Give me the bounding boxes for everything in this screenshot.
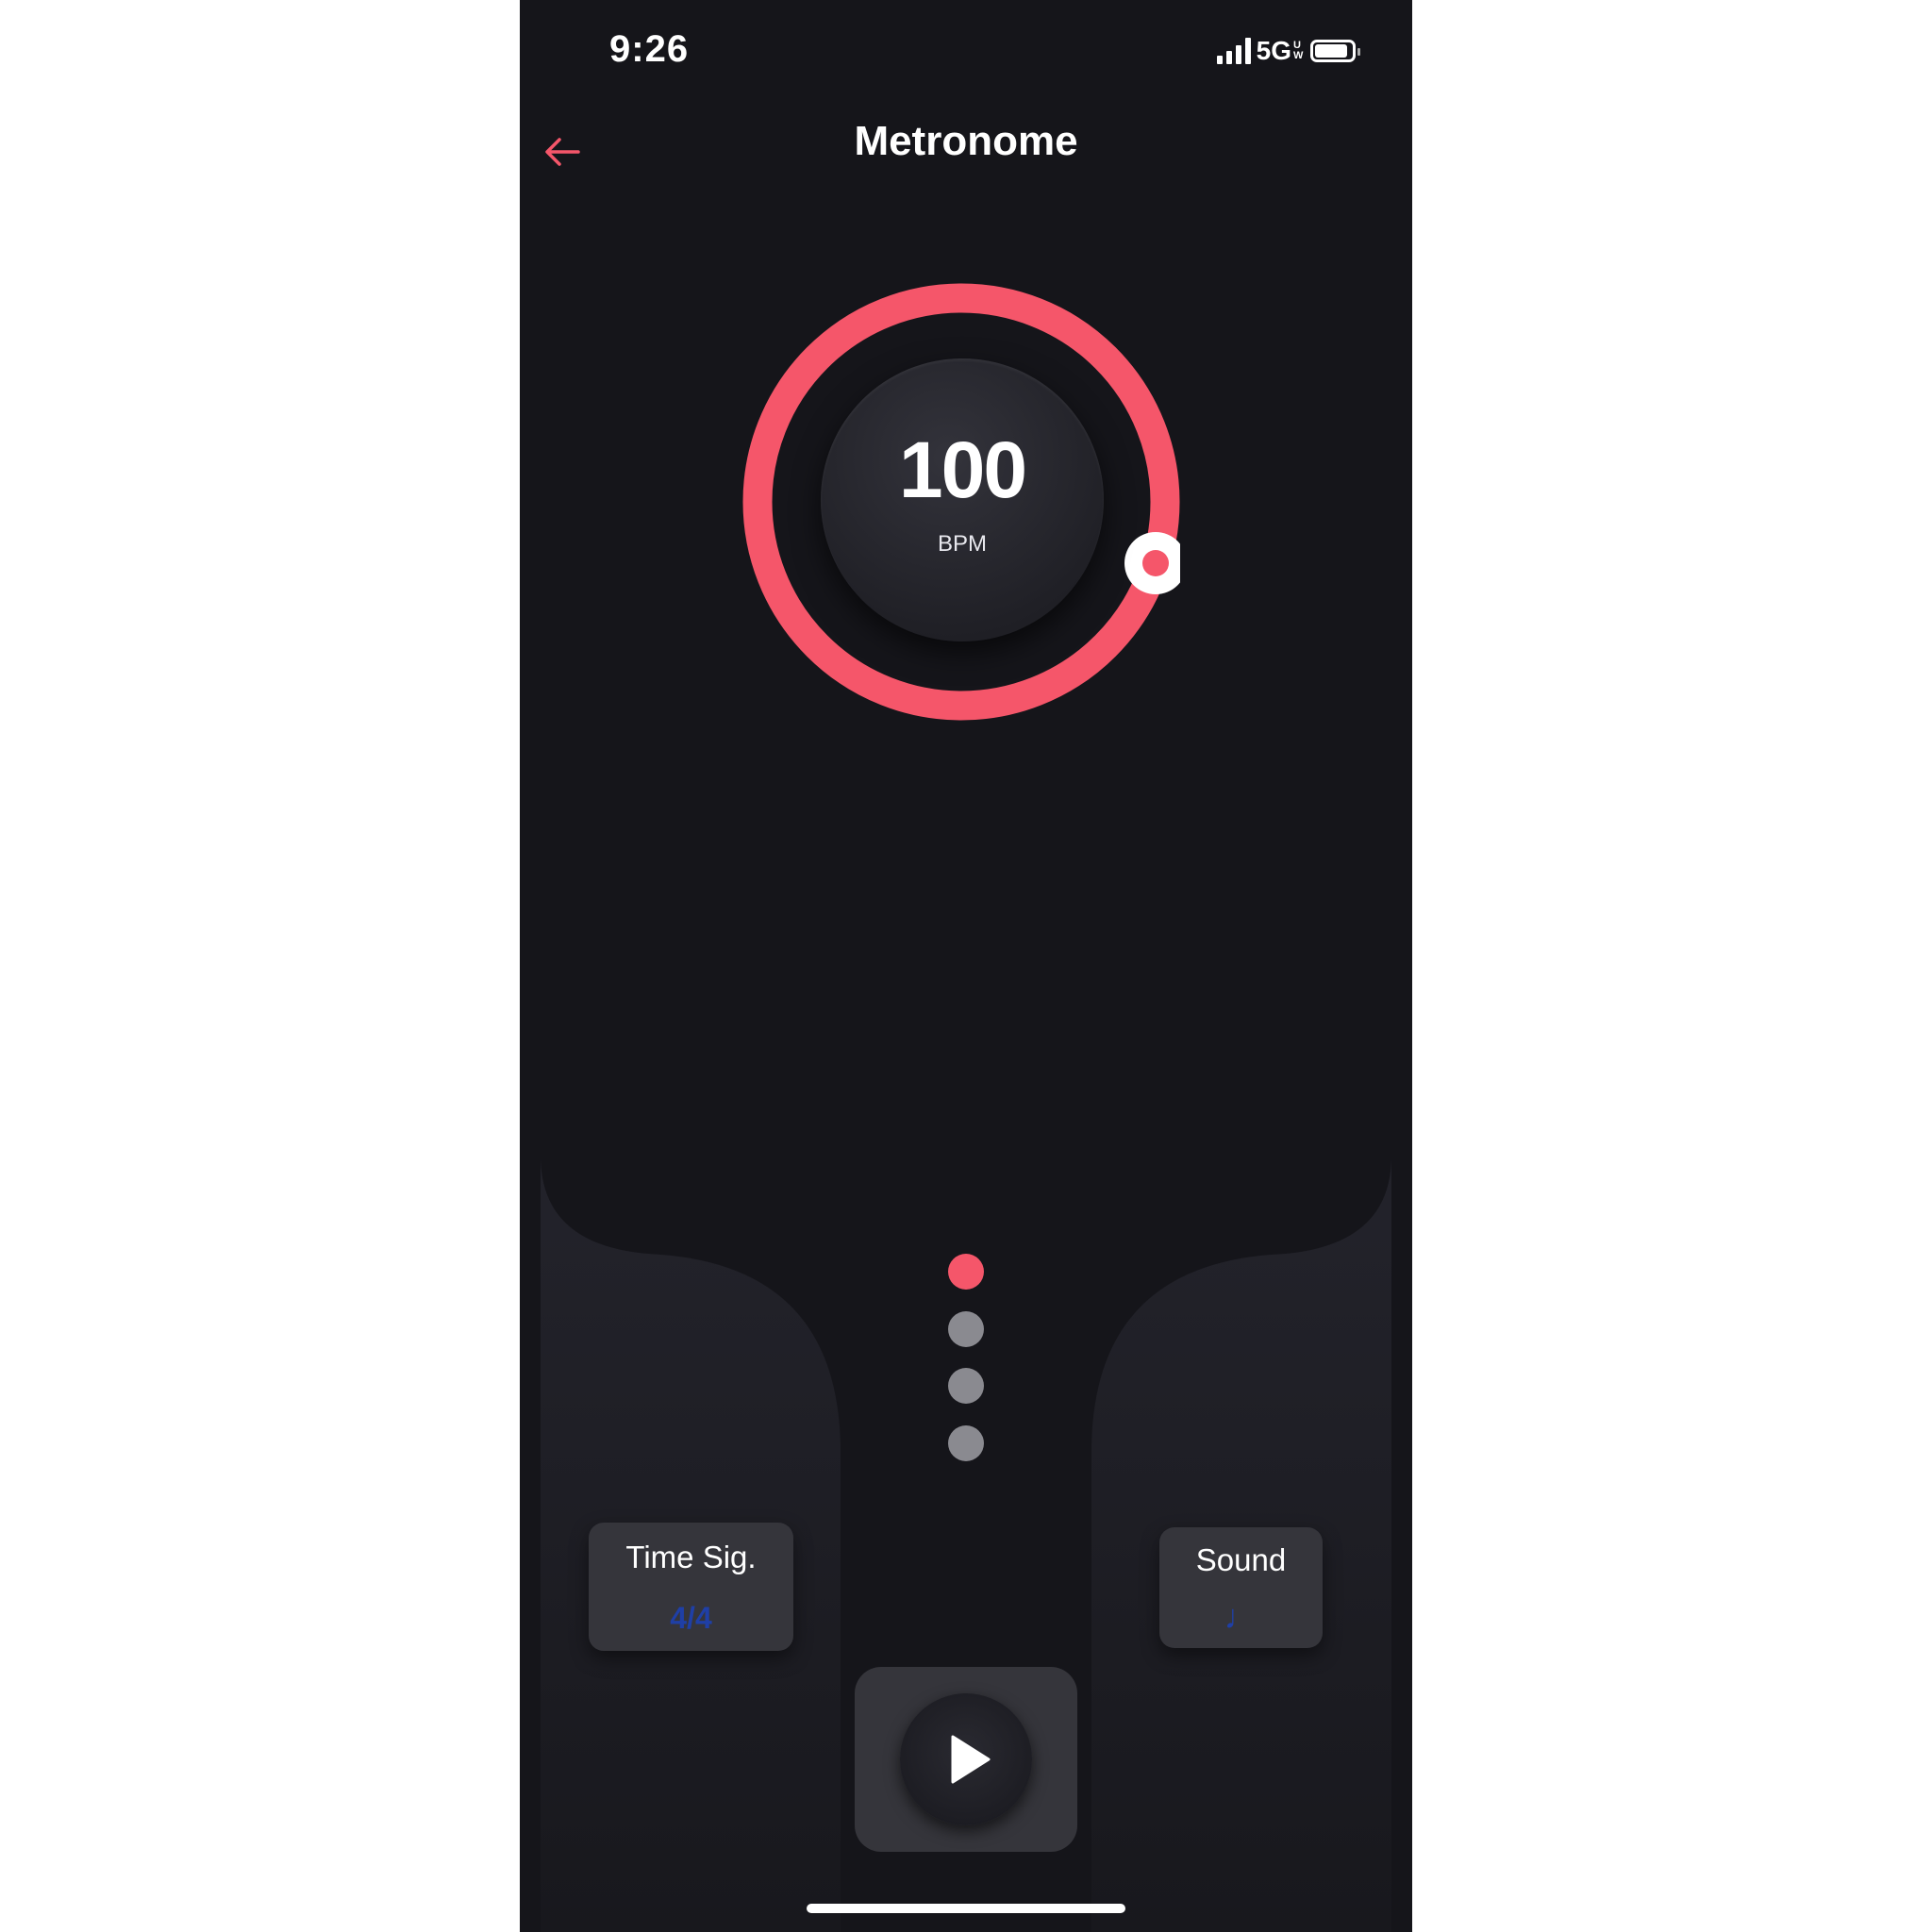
beat-indicator <box>948 1368 984 1404</box>
page-title: Metronome <box>854 118 1078 164</box>
bpm-unit-label: BPM <box>937 531 987 557</box>
home-indicator[interactable] <box>807 1904 1125 1913</box>
status-time: 9:26 <box>609 28 690 70</box>
signal-icon <box>1216 38 1251 64</box>
play-button[interactable] <box>855 1667 1077 1852</box>
bpm-display: 100 BPM <box>821 358 1104 641</box>
time-signature-label: Time Sig. <box>625 1540 757 1574</box>
sound-button[interactable]: Sound ♩ <box>1159 1527 1323 1648</box>
phone-screen: 9:26 5G UW Metronome 100 BPM Time Sig. 4… <box>520 0 1412 1932</box>
play-icon <box>951 1735 991 1784</box>
bpm-value: 100 <box>898 425 1027 514</box>
time-signature-button[interactable]: Time Sig. 4/4 <box>589 1523 793 1651</box>
time-signature-value: 4/4 <box>670 1601 712 1635</box>
battery-icon <box>1310 40 1360 62</box>
status-indicators: 5G UW <box>1216 36 1360 66</box>
beat-indicator <box>948 1311 984 1347</box>
sound-label: Sound <box>1195 1542 1287 1577</box>
play-knob <box>900 1693 1032 1825</box>
beat-indicator <box>948 1425 984 1461</box>
sound-note-icon: ♩ <box>1224 1597 1258 1636</box>
network-label: 5G <box>1256 36 1291 65</box>
battery-level-fill <box>1315 44 1348 58</box>
network-suffix: UW <box>1293 40 1304 61</box>
beat-indicator <box>948 1254 984 1290</box>
